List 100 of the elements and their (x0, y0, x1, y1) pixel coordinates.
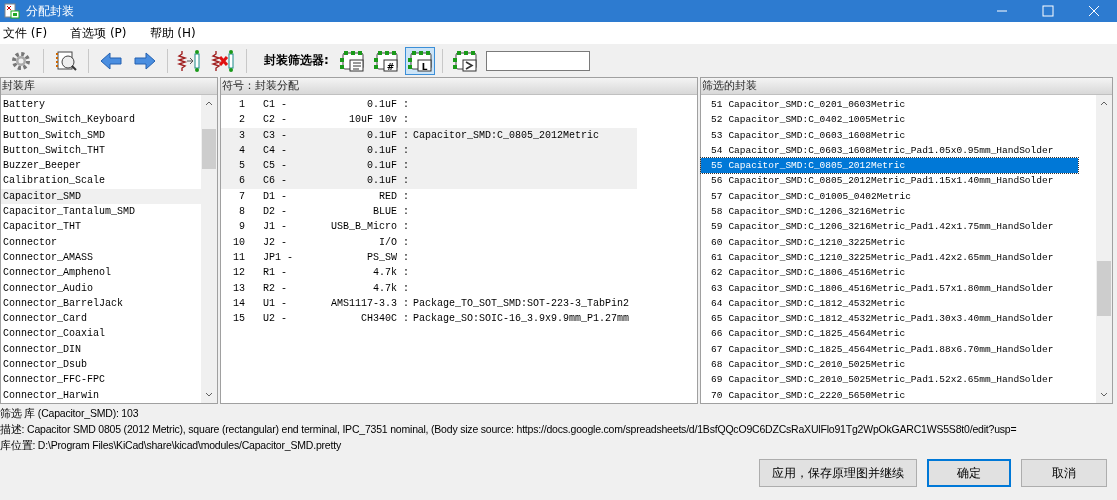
footprint-name: Capacitor_SMD:C_1210_3225Metric (728, 235, 906, 250)
assignment-row[interactable]: 7 D1 - RED : (221, 188, 637, 205)
library-item[interactable]: Calibration_Scale (1, 173, 201, 189)
assignment-row[interactable]: 12 R1 - 4.7k : (221, 265, 637, 281)
library-item[interactable]: Connector_Audio (1, 280, 201, 296)
reference-text: C2 - (262, 113, 288, 128)
menu-item[interactable]: 首选项 (P) (67, 24, 139, 42)
library-item[interactable]: Connector_Dsub (1, 357, 201, 373)
library-item[interactable]: Connector_FFC-FPC (1, 372, 201, 388)
footprint-item[interactable]: 59 Capacitor_SMD:C_1206_3216Metric_Pad1.42x1.75mm_HandSolder (701, 219, 1078, 235)
footprint-text: Package_TO_SOT_SMD:SOT-223-3_TabPin2 (413, 296, 631, 311)
footprint-name: Capacitor_SMD:C_2010_5025Metric (728, 358, 906, 373)
item-number: 61 (711, 250, 723, 265)
footprint-name: Capacitor_SMD:C_1825_4564Metric (728, 327, 906, 342)
footprint-item[interactable]: 65 Capacitor_SMD:C_1812_4532Metric_Pad1.30x3.40mm_HandSolder (701, 311, 1078, 327)
row-number: 13 (232, 281, 246, 296)
footprint-text: Package_SO:SOIC-16_3.9x9.9mm_P1.27mm (413, 312, 631, 327)
footprint-item[interactable]: 53 Capacitor_SMD:C_0603_1608Metric (701, 127, 1078, 143)
library-item[interactable]: Connector_Amphenol (1, 265, 201, 281)
assignment-row[interactable]: 2 C2 - 10uF 10v : (221, 112, 637, 128)
window-title: 分配封装 (26, 2, 75, 20)
library-item[interactable]: Connector (1, 234, 201, 250)
assignment-row[interactable]: 9 J1 - USB_B_Micro : (221, 219, 637, 235)
footprint-item[interactable]: 70 Capacitor_SMD:C_2220_5650Metric (701, 387, 1078, 403)
library-item[interactable]: Connector_BarrelJack (1, 295, 201, 312)
item-number: 68 (711, 358, 723, 373)
reference-text: R1 - (262, 266, 288, 281)
library-filter-button[interactable]: L (404, 46, 435, 75)
footprint-item[interactable]: 62 Capacitor_SMD:C_1806_4516Metric (701, 265, 1078, 281)
value-text: RED : (378, 189, 410, 204)
value-text: 0.1uF : (366, 128, 410, 143)
item-number: 57 (711, 189, 723, 204)
library-item[interactable]: Connector_Harwin (1, 387, 201, 403)
footprint-item[interactable]: 60 Capacitor_SMD:C_1210_3225Metric (701, 234, 1078, 250)
assignment-row[interactable]: 13 R2 - 4.7k : (221, 280, 637, 296)
assignment-row[interactable]: 6 C6 - 0.1uF : (221, 173, 637, 189)
library-item[interactable]: Buzzer_Beeper (1, 158, 201, 174)
panel-header: 符号：封装分配 (221, 78, 697, 95)
item-number: 54 (711, 143, 723, 158)
footprint-item[interactable]: 67 Capacitor_SMD:C_1825_4564Metric_Pad1.88x6.70mm_HandSolder (701, 341, 1078, 358)
library-item[interactable]: Connector_Coaxial (1, 326, 201, 342)
item-number: 67 (711, 342, 723, 357)
assignment-row[interactable]: 10 J2 - I/O : (221, 234, 637, 250)
library-item[interactable]: Connector_AMASS (1, 249, 201, 266)
assignment-row[interactable]: 1 C1 - 0.1uF : (221, 97, 637, 113)
row-number: 11 (232, 250, 246, 265)
row-number: 12 (232, 266, 246, 281)
library-item[interactable]: Button_Switch_Keyboard (1, 112, 201, 128)
row-number: 4 (238, 143, 246, 158)
row-number: 7 (238, 189, 246, 204)
dialog-button[interactable]: 取消 (1021, 459, 1107, 487)
assignment-row[interactable]: 5 C5 - 0.1uF : (221, 158, 637, 174)
footprint-name: Capacitor_SMD:C_0603_1608Metric_Pad1.05x0.95mm_HandSolder (728, 143, 1054, 158)
footprint-item[interactable]: 68 Capacitor_SMD:C_2010_5025Metric (701, 357, 1078, 373)
footprint-item[interactable]: 58 Capacitor_SMD:C_1206_3216Metric (701, 204, 1078, 220)
library-item[interactable]: Capacitor_Tantalum_SMD (1, 204, 201, 220)
dialog-button[interactable]: 确定 (927, 459, 1011, 487)
filter-input-field[interactable] (485, 50, 590, 71)
footprint-item[interactable]: 61 Capacitor_SMD:C_1210_3225Metric_Pad1.42x2.65mm_HandSolder (701, 249, 1078, 266)
library-item[interactable]: Connector_Card (1, 311, 201, 327)
library-item[interactable]: Connector_DIN (1, 341, 201, 358)
assignment-row[interactable]: 11 JP1 - PS_SW : (221, 249, 637, 266)
library-item[interactable]: Button_Switch_THT (1, 142, 201, 159)
footprint-item[interactable]: 66 Capacitor_SMD:C_1825_4564Metric (701, 326, 1078, 342)
assign-icon (177, 48, 203, 73)
value-text: BLUE : (372, 205, 410, 220)
library-item[interactable]: Capacitor_SMD (1, 188, 201, 205)
footprint-item[interactable]: 54 Capacitor_SMD:C_0603_1608Metric_Pad1.05x0.95mm_HandSolder (701, 142, 1078, 159)
item-number: 56 (711, 174, 723, 189)
library-item[interactable]: Button_Switch_SMD (1, 127, 201, 143)
scrollbar-thumb[interactable] (1097, 261, 1111, 316)
footprint-item[interactable]: 57 Capacitor_SMD:C_01005_0402Metric (701, 188, 1078, 205)
assignment-row[interactable]: 14 U1 - AMS1117-3.3 : Package_TO_SOT_SMD:SOT-223-3_TabPin2 (221, 295, 637, 312)
menu-item[interactable]: 文件 (F) (0, 24, 60, 42)
library-item[interactable]: Battery (1, 97, 201, 113)
footprint-name: Capacitor_SMD:C_1806_4516Metric_Pad1.57x1.80mm_HandSolder (728, 281, 1054, 296)
reference-text: C5 - (262, 159, 288, 174)
scrollbar-thumb[interactable] (202, 129, 216, 169)
footprint-item[interactable]: 56 Capacitor_SMD:C_0805_2012Metric_Pad1.15x1.40mm_HandSolder (701, 173, 1078, 189)
value-text: 0.1uF : (366, 174, 410, 189)
library-item[interactable]: Capacitor_THT (1, 219, 201, 235)
footprint-item[interactable]: 69 Capacitor_SMD:C_2010_5025Metric_Pad1.52x2.65mm_HandSolder (701, 372, 1078, 388)
value-text: 4.7k : (372, 281, 410, 296)
item-number: 63 (711, 281, 723, 296)
assignment-row[interactable]: 8 D2 - BLUE : (221, 204, 637, 220)
dialog-button[interactable]: 应用，保存原理图并继续 (759, 459, 917, 487)
footprint-name: Capacitor_SMD:C_1206_3216Metric_Pad1.42x1.75mm_HandSolder (728, 220, 1054, 235)
item-number: 70 (711, 388, 723, 403)
footprint-item[interactable]: 55 Capacitor_SMD:C_0805_2012Metric (701, 158, 1078, 174)
assignment-row[interactable]: 3 C3 - 0.1uF : Capacitor_SMD:C_0805_2012Metric (221, 127, 637, 143)
footprint-item[interactable]: 52 Capacitor_SMD:C_0402_1005Metric (701, 112, 1078, 128)
footprint-item[interactable]: 51 Capacitor_SMD:C_0201_0603Metric (701, 97, 1078, 113)
menu-item[interactable]: 帮助 (H) (146, 24, 208, 42)
item-number: 55 (711, 159, 723, 174)
pin-count-filter-button[interactable]: # (370, 46, 401, 75)
assignment-row[interactable]: 15 U2 - CH340C : Package_SO:SOIC-16_3.9x9.9mm_P1.27mm (221, 311, 637, 327)
footprint-item[interactable]: 64 Capacitor_SMD:C_1812_4532Metric (701, 295, 1078, 312)
footprint-name: Capacitor_SMD:C_0603_1608Metric (728, 128, 906, 143)
footprint-item[interactable]: 63 Capacitor_SMD:C_1806_4516Metric_Pad1.57x1.80mm_HandSolder (701, 280, 1078, 296)
status-text: 库位置: D:\Program Files\KiCad\share\kicad\modules/Capacitor_SMD.pretty (0, 438, 341, 453)
